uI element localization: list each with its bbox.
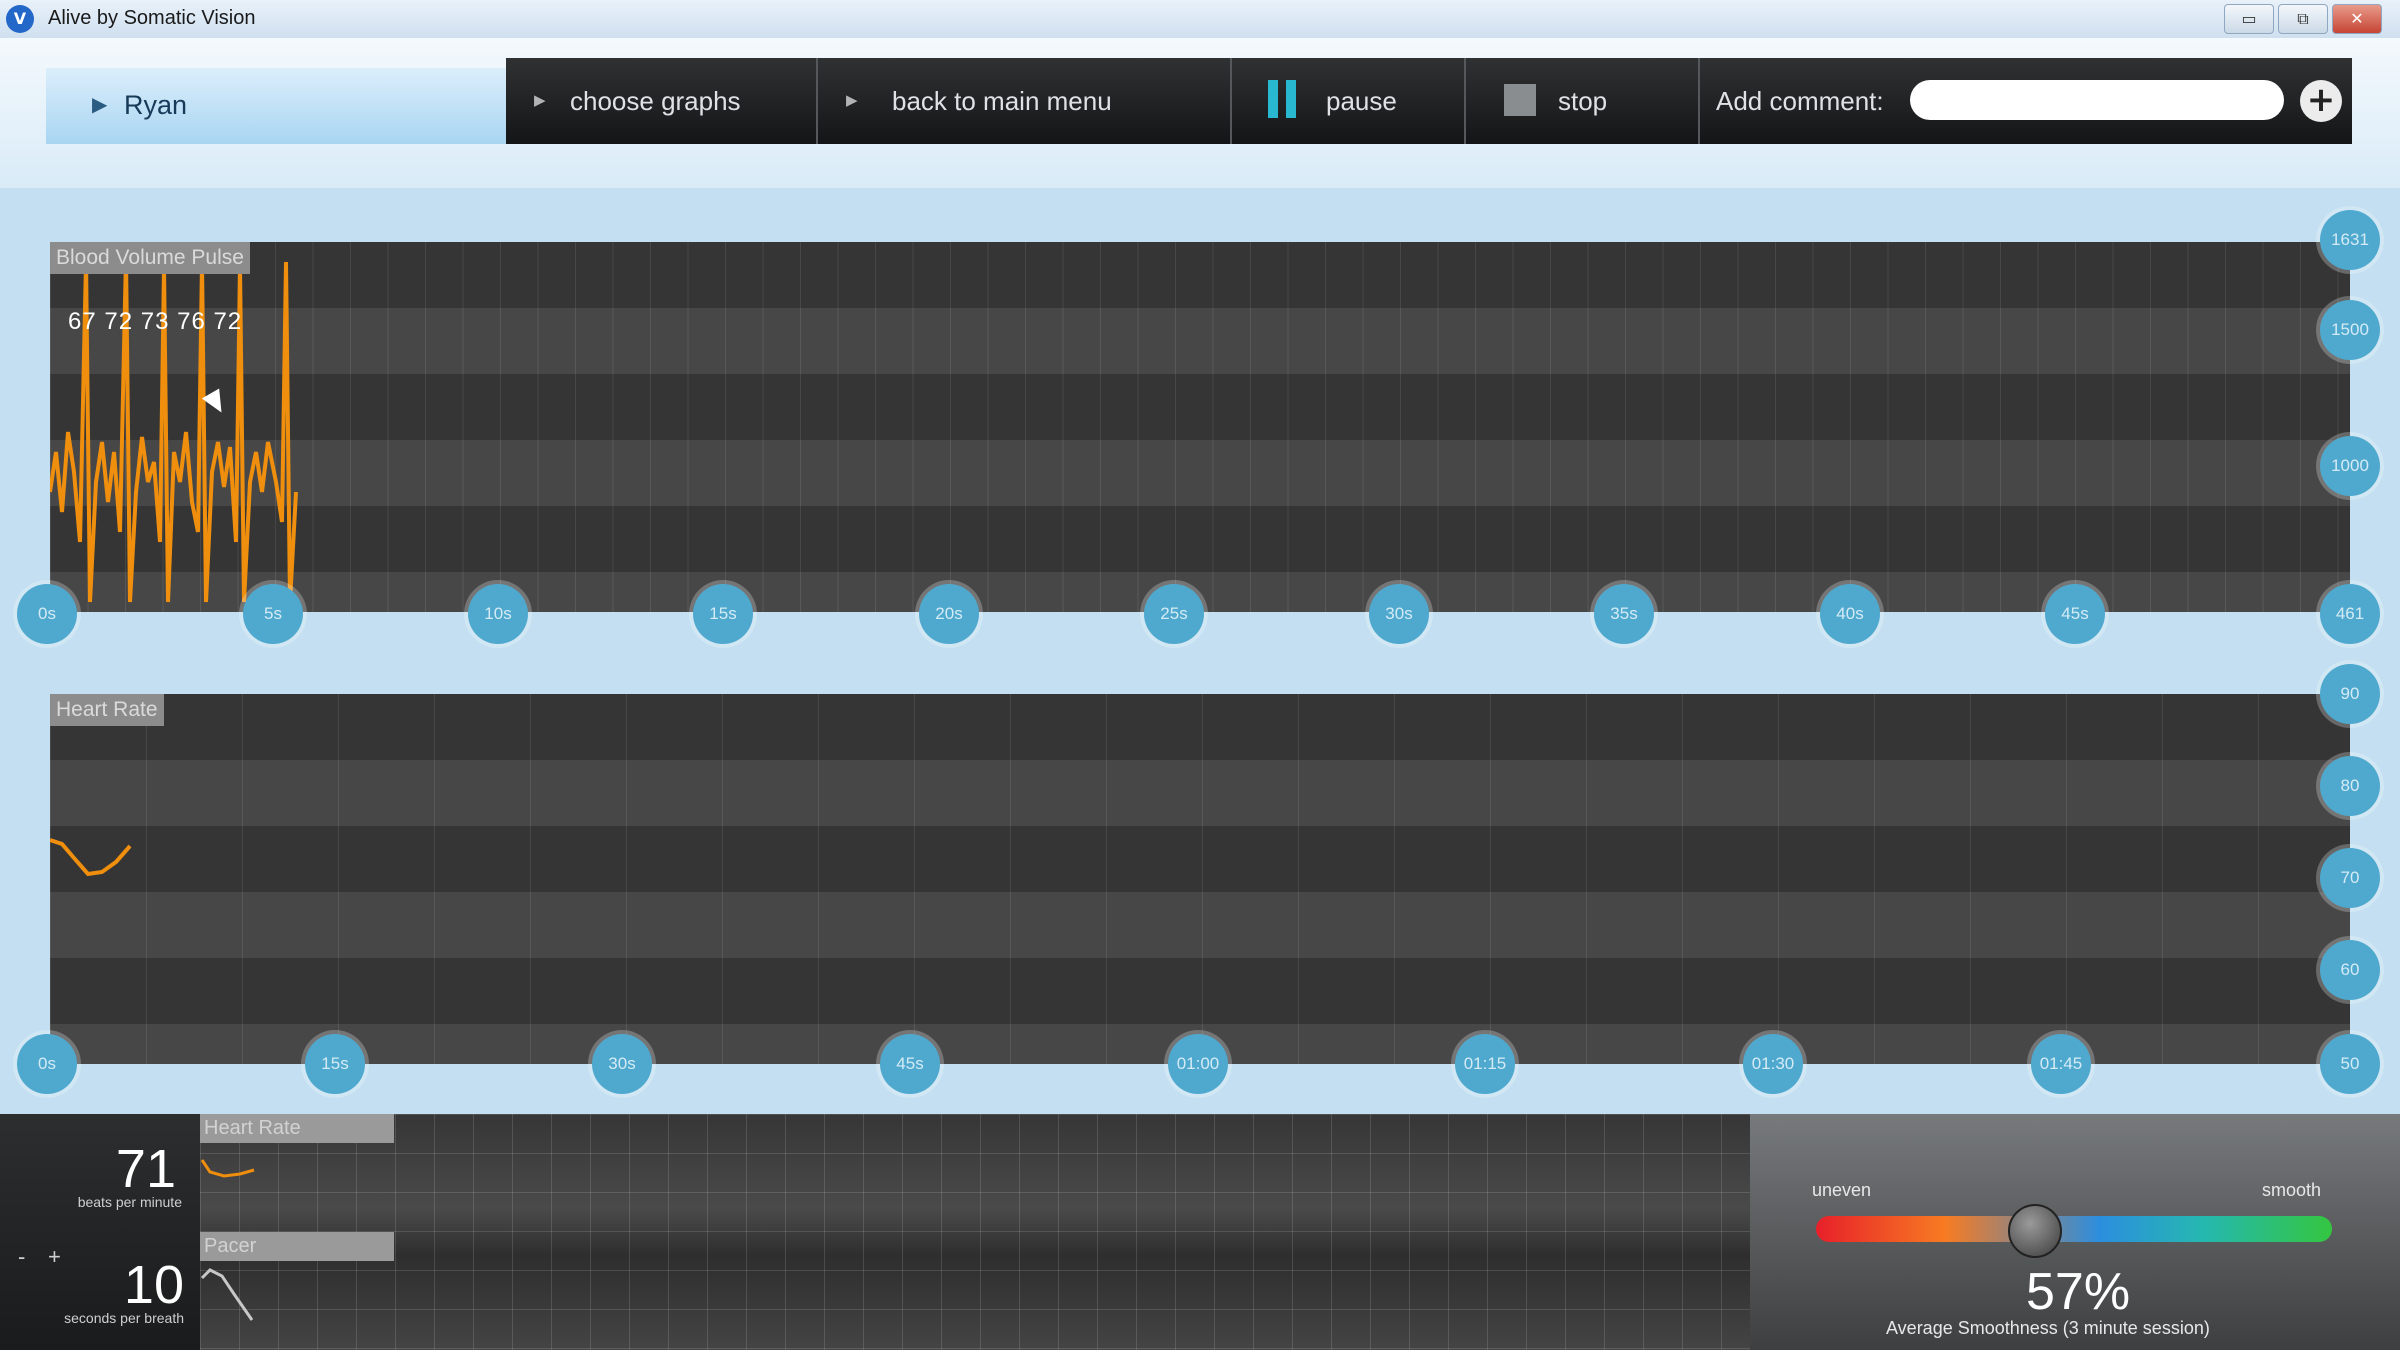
hr-x-tick: 50 bbox=[2320, 1034, 2380, 1094]
stop-button[interactable]: stop bbox=[1466, 58, 1700, 144]
bvp-x-tick: 461 bbox=[2320, 584, 2380, 644]
bvp-x-tick: 0s bbox=[17, 584, 77, 644]
hr-signal bbox=[50, 838, 132, 877]
bvp-title: Blood Volume Pulse bbox=[50, 242, 250, 274]
bvp-x-tick: 30s bbox=[1369, 584, 1429, 644]
hr-x-tick: 01:15 bbox=[1455, 1034, 1515, 1094]
mini-hr-signal bbox=[200, 1159, 255, 1178]
bvp-y-tick: 1500 bbox=[2320, 300, 2380, 360]
hr-y-tick: 70 bbox=[2320, 848, 2380, 908]
window-title: Alive by Somatic Vision bbox=[48, 7, 256, 29]
hr-x-tick: 01:30 bbox=[1743, 1034, 1803, 1094]
comment-input[interactable] bbox=[1910, 80, 2284, 120]
bpm-value: 71 bbox=[115, 1139, 176, 1199]
smoothness-caption: Average Smoothness (3 minute session) bbox=[1886, 1318, 2210, 1338]
arrow-icon: ▶ bbox=[846, 92, 858, 109]
close-button[interactable]: ✕ bbox=[2332, 4, 2382, 34]
back-to-main-menu-button[interactable]: ▶ back to main menu bbox=[818, 58, 1232, 144]
hr-graph: Heart Rate bbox=[50, 694, 2350, 1064]
pacer-decrease-button[interactable]: - bbox=[18, 1244, 25, 1270]
bpm-unit: beats per minute bbox=[77, 1194, 182, 1210]
smooth-label: smooth bbox=[2262, 1180, 2322, 1200]
pacer-value: 10 bbox=[123, 1255, 184, 1315]
hr-title: Heart Rate bbox=[50, 694, 164, 726]
bvp-x-tick: 45s bbox=[2045, 584, 2105, 644]
bvp-graph: Blood Volume Pulse 67 72 73 76 72 bbox=[50, 242, 2350, 612]
play-arrow-icon: ▶ bbox=[92, 94, 108, 116]
uneven-label: uneven bbox=[1812, 1180, 1872, 1200]
bvp-y-tick: 1631 bbox=[2320, 210, 2380, 270]
bvp-signal bbox=[50, 256, 298, 603]
pacer-unit: seconds per breath bbox=[64, 1310, 184, 1326]
toolbar: ▶ choose graphs ▶ back to main menu paus… bbox=[506, 58, 2352, 144]
choose-graphs-label: choose graphs bbox=[570, 86, 741, 116]
hr-x-tick: 30s bbox=[592, 1034, 652, 1094]
pause-icon bbox=[1268, 80, 1298, 118]
back-to-main-menu-label: back to main menu bbox=[892, 86, 1112, 116]
arrow-icon: ▶ bbox=[534, 92, 546, 109]
user-tab[interactable]: ▶ Ryan bbox=[46, 68, 506, 144]
hr-y-tick: 60 bbox=[2320, 940, 2380, 1000]
readout-panel: 71 beats per minute - + 10 seconds per b… bbox=[0, 1114, 200, 1350]
hr-x-tick: 45s bbox=[880, 1034, 940, 1094]
add-comment-label: Add comment: bbox=[1716, 86, 1884, 116]
bvp-x-tick: 40s bbox=[1820, 584, 1880, 644]
minimize-button[interactable]: ▭ bbox=[2224, 4, 2274, 34]
stop-icon bbox=[1504, 84, 1536, 116]
stop-label: stop bbox=[1558, 86, 1608, 116]
app-logo-icon: V bbox=[6, 5, 34, 33]
mini-pacer-signal bbox=[200, 1268, 254, 1321]
choose-graphs-button[interactable]: ▶ choose graphs bbox=[506, 58, 818, 144]
user-name: Ryan bbox=[124, 90, 188, 120]
add-comment-button[interactable]: + bbox=[2300, 80, 2342, 122]
bvp-x-tick: 10s bbox=[468, 584, 528, 644]
hr-x-tick: 01:00 bbox=[1168, 1034, 1228, 1094]
smoothness-panel: uneven smooth 57% Average Smoothness (3 … bbox=[1750, 1114, 2400, 1350]
bvp-hr-readings: 67 72 73 76 72 bbox=[68, 308, 243, 335]
pause-button[interactable]: pause bbox=[1232, 58, 1466, 144]
bvp-x-tick: 35s bbox=[1594, 584, 1654, 644]
maximize-button[interactable]: ⧉ bbox=[2278, 4, 2328, 34]
hr-y-tick: 90 bbox=[2320, 664, 2380, 724]
smoothness-bar bbox=[1816, 1216, 2332, 1242]
bvp-x-tick: 5s bbox=[243, 584, 303, 644]
bvp-y-tick: 1000 bbox=[2320, 436, 2380, 496]
bvp-x-tick: 20s bbox=[919, 584, 979, 644]
hr-y-tick: 80 bbox=[2320, 756, 2380, 816]
mini-hr-title: Heart Rate bbox=[200, 1114, 394, 1143]
smoothness-knob bbox=[2007, 1204, 2062, 1258]
hr-x-tick: 0s bbox=[17, 1034, 77, 1094]
mini-graphs: Heart Rate Pacer bbox=[200, 1114, 1750, 1350]
mini-grid bbox=[200, 1114, 1750, 1350]
pacer-increase-button[interactable]: + bbox=[48, 1244, 61, 1270]
bvp-x-tick: 25s bbox=[1144, 584, 1204, 644]
smoothness-percent: 57% bbox=[2026, 1263, 2131, 1321]
title-bar: V Alive by Somatic Vision ▭ ⧉ ✕ bbox=[0, 0, 2400, 39]
hr-x-tick: 01:45 bbox=[2031, 1034, 2091, 1094]
pause-label: pause bbox=[1326, 86, 1397, 116]
bvp-x-tick: 15s bbox=[693, 584, 753, 644]
hr-x-tick: 15s bbox=[305, 1034, 365, 1094]
mini-pacer-title: Pacer bbox=[200, 1232, 394, 1261]
